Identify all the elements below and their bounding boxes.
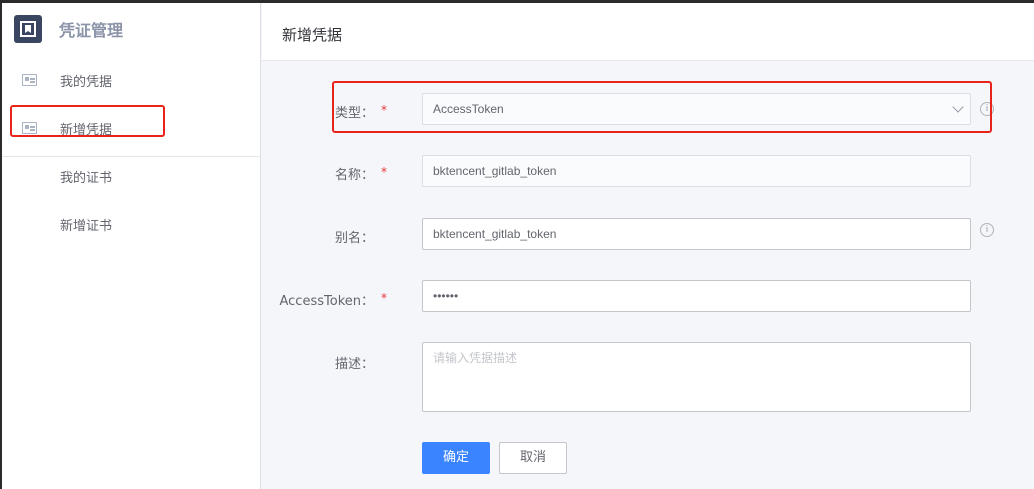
credential-icon — [22, 74, 37, 86]
page-title: 新增凭据 — [282, 26, 343, 44]
alias-label: 别名： — [334, 231, 374, 246]
sidebar-item-new-certificate[interactable]: 新增证书 — [2, 206, 260, 242]
sidebar-item-label: 新增证书 — [60, 218, 113, 234]
sidebar-item-my-certificates[interactable]: 我的证书 — [2, 158, 260, 194]
name-input-value: bktencent_gitlab_token — [433, 164, 557, 178]
description-label: 描述： — [334, 357, 374, 372]
sidebar-item-label: 我的证书 — [60, 170, 113, 186]
page-header: 新增凭据 — [262, 3, 1034, 61]
sidebar-item-new-credential[interactable]: 新增凭据 — [2, 110, 260, 146]
sidebar-item-my-credentials[interactable]: 我的凭据 — [2, 62, 260, 98]
alias-input-value: bktencent_gitlab_token — [433, 227, 557, 241]
type-select[interactable]: AccessToken — [422, 93, 971, 125]
type-select-value: AccessToken — [433, 102, 504, 116]
credential-manager-logo-icon — [14, 15, 42, 43]
access-token-input-value: •••••• — [433, 289, 459, 303]
required-mark: * — [381, 103, 387, 117]
confirm-button[interactable]: 确定 — [422, 442, 490, 474]
sidebar-title: 凭证管理 — [59, 21, 124, 40]
sidebar-item-label: 新增凭据 — [60, 122, 113, 138]
name-label: 名称： — [334, 168, 374, 183]
sidebar-brand: 凭证管理 — [2, 3, 260, 55]
chevron-down-icon — [952, 101, 964, 113]
sidebar: 凭证管理 我的凭据 新增凭据 我的证书 新增证书 — [2, 3, 261, 489]
credential-icon — [22, 122, 37, 134]
type-label: 类型： — [334, 106, 374, 121]
access-token-input[interactable]: •••••• — [422, 280, 971, 312]
alias-input[interactable]: bktencent_gitlab_token — [422, 218, 971, 250]
description-textarea[interactable]: 请输入凭据描述 — [422, 342, 971, 412]
info-icon[interactable]: i — [980, 223, 994, 237]
sidebar-item-label: 我的凭据 — [60, 74, 113, 90]
description-placeholder: 请输入凭据描述 — [433, 351, 518, 365]
cancel-button[interactable]: 取消 — [499, 442, 567, 474]
info-icon[interactable]: i — [980, 102, 994, 116]
required-mark: * — [381, 165, 387, 179]
name-input[interactable]: bktencent_gitlab_token — [422, 155, 971, 187]
sidebar-divider — [2, 156, 260, 157]
required-mark: * — [381, 291, 387, 305]
access-token-label: AccessToken： — [279, 294, 375, 309]
